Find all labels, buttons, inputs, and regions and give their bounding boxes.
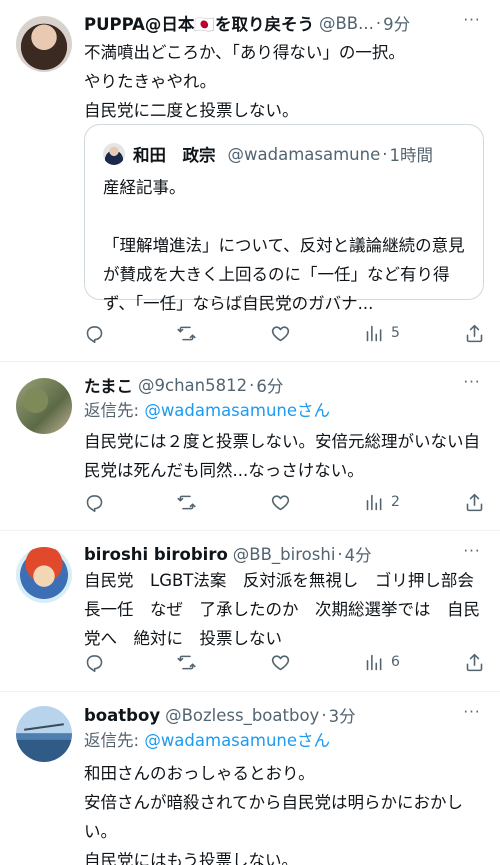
tweet-2[interactable]: たまこ @9chan5812 · 6分 ··· 返信先: @wadamasamu… [0,362,500,530]
action-bar: 2 [84,490,484,514]
tweet-text: 自民党 LGBT法案 反対派を無視し ゴリ押し部会長一任 なぜ 了承したのか 次… [84,571,480,648]
share-button[interactable] [464,650,485,674]
more-horizontal-icon[interactable]: ··· [462,544,482,565]
separator-dot: · [321,705,327,725]
display-name: 和田 政宗 [133,146,216,165]
timestamp[interactable]: 6分 [256,373,283,397]
reply-mention-link[interactable]: @wadamasamuneさん [144,401,330,420]
tweet-header: たまこ @9chan5812 · 6分 [84,372,484,398]
user-handle[interactable]: @9chan5812 [138,376,247,395]
views-count: 5 [391,325,400,341]
like-button[interactable] [270,650,291,674]
quoted-tweet[interactable]: 和田 政宗 @wadamasamune · 1時間 産経記事。 「理解増進法」に… [84,124,484,313]
reply-button[interactable] [84,650,105,674]
reply-prefix: 返信先: [84,731,145,750]
avatar[interactable] [16,378,72,434]
display-name[interactable]: boatboy [84,706,160,725]
tweet-header: PUPPA@日本🇯🇵を取り戻そう @BB... · 9分 [84,10,484,36]
more-horizontal-icon[interactable]: ··· [462,705,482,726]
share-icon [466,653,483,671]
reply-icon [86,654,103,672]
avatar [103,143,125,165]
views-button[interactable]: 6 [364,650,400,674]
tweet-text: 自民党には２度と投票しない。安倍元総理がいない自民党は死んだも同然...なっさけ… [84,432,480,480]
user-handle[interactable]: @BB_biroshi [233,545,336,564]
display-name[interactable]: PUPPA@日本🇯🇵を取り戻そう [84,11,314,35]
share-button[interactable] [464,321,485,345]
tweet-text: 不満噴出どころか、「あり得ない」の一択。 やりたきゃやれ。 自民党に二度と投票し… [84,43,405,120]
user-handle[interactable]: @Bozless_boatboy [165,706,319,725]
views-button[interactable]: 2 [364,490,400,514]
reply-mention-link[interactable]: @wadamasamuneさん [144,731,330,750]
timestamp[interactable]: 9分 [383,11,410,35]
reply-prefix: 返信先: [84,401,145,420]
reply-context: 返信先: @wadamasamuneさん [84,728,330,754]
like-button[interactable] [270,321,291,345]
more-horizontal-icon[interactable]: ··· [462,13,482,34]
retweet-icon [177,655,196,669]
retweet-button[interactable] [176,650,197,674]
tweet-text: 和田さんのおっしゃるとおり。 安倍さんが暗殺されてから自民党は明らかにおかしい。… [84,764,464,865]
display-name[interactable]: たまこ [84,373,133,397]
user-handle[interactable]: @BB... [319,14,374,33]
views-count: 2 [391,494,400,510]
share-icon [466,324,483,342]
tweet-1[interactable]: PUPPA@日本🇯🇵を取り戻そう @BB... · 9分 ··· 不満噴出どころ… [0,0,500,361]
tweet-header: biroshi birobiro @BB_biroshi · 4分 [84,541,484,567]
views-chart-icon [366,494,382,510]
share-button[interactable] [464,490,485,514]
reply-context: 返信先: @wadamasamuneさん [84,398,330,424]
quoted-tweet-text: 産経記事。 「理解増進法」について、反対と議論継続の意見が賛成を大きく上回るのに… [103,178,465,313]
action-bar: 6 [84,650,484,674]
views-button[interactable]: 5 [364,321,400,345]
display-name[interactable]: biroshi birobiro [84,545,228,564]
share-icon [466,493,483,511]
separator-dot: · [375,13,382,33]
avatar[interactable] [16,706,72,762]
retweet-button[interactable] [176,490,197,514]
heart-icon [271,325,290,341]
separator-dot: · [337,544,343,564]
heart-icon [271,654,290,670]
retweet-icon [177,326,196,340]
user-handle: @wadamasamune [227,144,381,164]
retweet-button[interactable] [176,321,197,345]
avatar[interactable] [16,16,72,72]
timestamp: 1時間 [389,146,433,165]
separator-dot: · [249,375,255,395]
tweet-4[interactable]: boatboy @Bozless_boatboy · 3分 ··· 返信先: @… [0,692,500,865]
action-bar: 5 [84,321,484,345]
views-chart-icon [366,654,382,670]
heart-icon [271,494,290,510]
reply-button[interactable] [84,321,105,345]
timestamp[interactable]: 4分 [345,542,372,566]
retweet-icon [177,495,196,509]
reply-icon [86,325,103,343]
reply-icon [86,494,103,512]
views-chart-icon [366,325,382,341]
separator-dot: · [382,144,388,164]
tweet-3[interactable]: biroshi birobiro @BB_biroshi · 4分 ··· 自民… [0,531,500,691]
quoted-tweet-header: 和田 政宗 @wadamasamune · 1時間 [133,139,473,169]
reply-button[interactable] [84,490,105,514]
like-button[interactable] [270,490,291,514]
timestamp[interactable]: 3分 [329,703,356,727]
more-horizontal-icon[interactable]: ··· [462,375,482,396]
views-count: 6 [391,654,400,670]
tweet-header: boatboy @Bozless_boatboy · 3分 [84,702,484,728]
avatar[interactable] [16,547,72,603]
